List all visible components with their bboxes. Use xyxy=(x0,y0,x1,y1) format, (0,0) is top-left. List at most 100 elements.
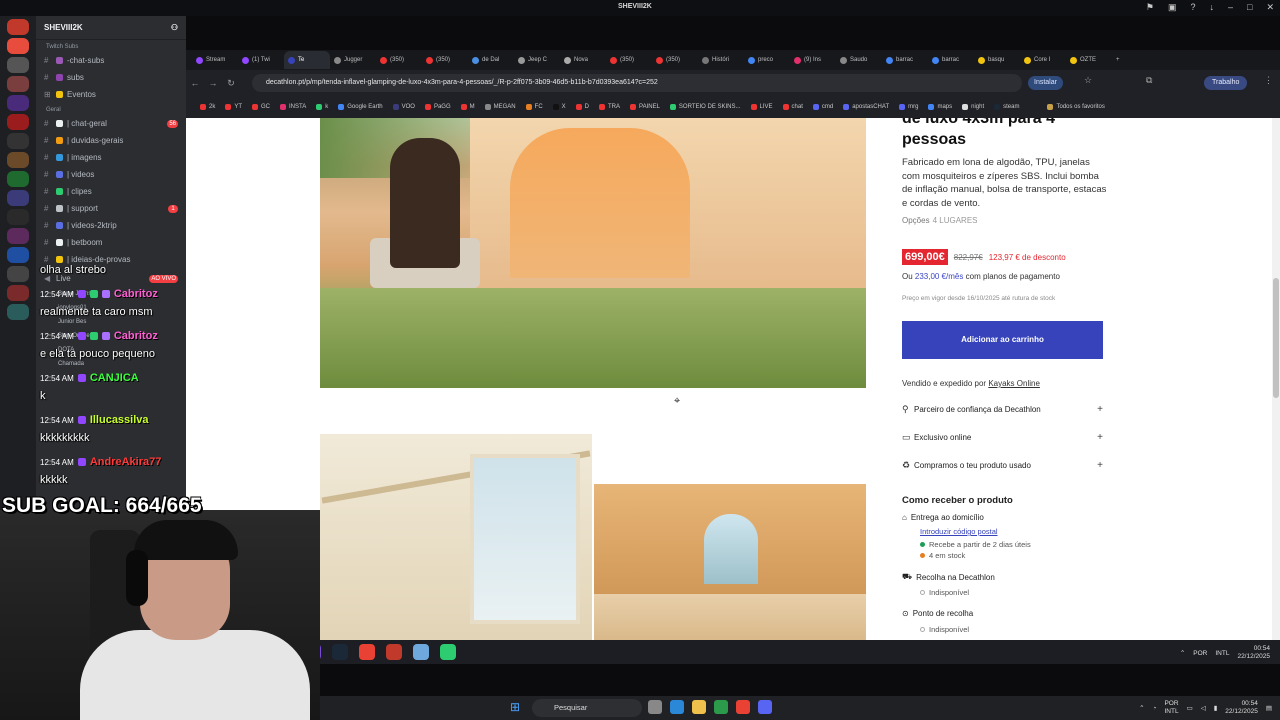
server-icon[interactable] xyxy=(7,247,29,263)
channel-videos-2ktrip[interactable]: # | videos-2ktrip xyxy=(36,217,186,234)
product-image-interior-beds[interactable] xyxy=(594,484,866,640)
server-icon[interactable] xyxy=(7,304,29,320)
minimize-icon[interactable]: – xyxy=(1228,2,1233,13)
server-header[interactable]: SHEVIII2K ⚇ xyxy=(36,16,186,40)
tab[interactable]: de Dal xyxy=(468,51,514,69)
seller-link[interactable]: Kayaks Online xyxy=(988,379,1040,388)
bookmark[interactable]: LIVE xyxy=(750,104,773,110)
channel-ideias-de-provas[interactable]: # | ideias-de-provas xyxy=(36,251,186,268)
chrome-icon[interactable] xyxy=(736,700,750,714)
bookmark[interactable]: cmd xyxy=(812,104,833,110)
app-icon[interactable] xyxy=(413,644,429,660)
bookmark[interactable]: D xyxy=(575,104,589,110)
tab[interactable]: (1) Twi xyxy=(238,51,284,69)
tab[interactable]: preco xyxy=(744,51,790,69)
bookmark[interactable]: PAINEL xyxy=(630,104,660,110)
channel-clipes[interactable]: # | clipes xyxy=(36,183,186,200)
channel-chat-geral[interactable]: # | chat-geral 56 xyxy=(36,115,186,132)
category-geral[interactable]: Geral xyxy=(36,103,186,115)
tab[interactable]: (350) xyxy=(606,51,652,69)
layout-indicator[interactable]: INTL xyxy=(1215,650,1229,657)
bookmark[interactable]: apostasCHAT xyxy=(843,104,889,110)
channel-subs[interactable]: # subs xyxy=(36,69,186,86)
bookmark[interactable]: Google Earth xyxy=(338,104,383,110)
voice-user[interactable]: jonvlogs01 xyxy=(36,301,186,315)
accordion-buy-used[interactable]: ♻ Compramos o teu produto usado + xyxy=(902,458,1103,472)
server-icon[interactable] xyxy=(7,57,29,73)
tab[interactable]: Saudo xyxy=(836,51,882,69)
bookmark[interactable]: maps xyxy=(928,104,952,110)
installments-amount[interactable]: 233,00 €/mês xyxy=(915,272,963,281)
tab[interactable]: Jugger xyxy=(330,51,376,69)
help-icon[interactable]: ? xyxy=(1190,2,1195,13)
tab[interactable]: (350) xyxy=(376,51,422,69)
channel-duvidas-gerais[interactable]: # | duvidas-gerais xyxy=(36,132,186,149)
discord-icon[interactable] xyxy=(758,700,772,714)
bookmark[interactable]: PaGG xyxy=(424,104,451,110)
voice-user[interactable]: StereOnline xyxy=(36,329,186,343)
bookmark[interactable]: GC xyxy=(252,104,270,110)
language-indicator[interactable]: POR INTL xyxy=(1164,700,1178,716)
channel-support[interactable]: # | support 1 xyxy=(36,200,186,217)
server-icon[interactable] xyxy=(7,285,29,301)
product-image-main[interactable] xyxy=(320,118,866,388)
server-icon[interactable] xyxy=(7,76,29,92)
server-icon[interactable] xyxy=(7,190,29,206)
tab[interactable]: basqu xyxy=(974,51,1020,69)
notification-icon[interactable]: ▤ xyxy=(1266,704,1272,712)
pin-icon[interactable]: ⚑ xyxy=(1146,2,1154,13)
category-twitch-subs[interactable]: Twitch Subs xyxy=(36,40,186,52)
tab-active[interactable]: Te xyxy=(284,51,330,69)
all-bookmarks[interactable]: Todos os favoritos xyxy=(1047,104,1105,110)
server-icon[interactable] xyxy=(7,152,29,168)
voice-user[interactable]: Junior Bes xyxy=(36,315,186,329)
server-icon[interactable] xyxy=(7,38,29,54)
tab[interactable]: barrac xyxy=(882,51,928,69)
chevron-up-icon[interactable]: ⌃ xyxy=(1139,704,1144,712)
steam-icon[interactable] xyxy=(332,644,348,660)
server-icon[interactable] xyxy=(7,171,29,187)
url-field[interactable]: decathlon.pt/p/mp/tenda-inflavel-glampin… xyxy=(252,74,1022,92)
captured-clock[interactable]: 00:54 22/12/2025 xyxy=(1237,645,1270,661)
channel-chat-subs[interactable]: # -chat-subs xyxy=(36,52,186,69)
bookmark[interactable]: chat xyxy=(782,104,803,110)
volume-icon[interactable]: ◁ xyxy=(1201,704,1206,712)
taskbar-search[interactable]: Pesquisar xyxy=(532,699,642,717)
chevron-up-icon[interactable]: ⌃ xyxy=(1180,649,1185,657)
bookmark[interactable]: VOO xyxy=(392,104,415,110)
tab[interactable]: Core I xyxy=(1020,51,1066,69)
server-icon[interactable] xyxy=(7,133,29,149)
bookmark[interactable]: 2k xyxy=(200,104,215,110)
tab[interactable]: OZTE xyxy=(1066,51,1112,69)
battery-icon[interactable]: ▮ xyxy=(1214,704,1218,712)
server-icon[interactable] xyxy=(7,19,29,35)
maximize-icon[interactable]: □ xyxy=(1247,2,1252,13)
tab[interactable]: Stream xyxy=(192,51,238,69)
task-view-icon[interactable] xyxy=(648,700,662,714)
bookmark[interactable]: k xyxy=(316,104,328,110)
voice-user[interactable]: Bruce Johnson xyxy=(36,287,186,301)
tab[interactable]: (350) xyxy=(422,51,468,69)
lang-indicator[interactable]: POR xyxy=(1193,650,1207,657)
page-scrollbar[interactable] xyxy=(1272,118,1280,640)
add-member-icon[interactable]: ⚇ xyxy=(171,23,178,32)
close-icon[interactable]: ✕ xyxy=(1266,2,1274,13)
back-icon[interactable]: ← xyxy=(186,78,204,88)
product-image-interior-window[interactable] xyxy=(320,434,592,640)
server-icon[interactable] xyxy=(7,209,29,225)
menu-icon[interactable]: ⋮ xyxy=(1264,75,1273,86)
file-explorer-icon[interactable] xyxy=(692,700,706,714)
channel-eventos[interactable]: ⊞ Eventos xyxy=(36,86,186,103)
channel-betboom[interactable]: # | betboom xyxy=(36,234,186,251)
scrollbar-thumb[interactable] xyxy=(1273,278,1279,398)
voice-user[interactable]: DOTA xyxy=(36,343,186,357)
copilot-icon[interactable] xyxy=(670,700,684,714)
extensions-icon[interactable]: ⧉ xyxy=(1146,75,1152,86)
server-icon[interactable] xyxy=(7,228,29,244)
voice-channel-live[interactable]: ◀ Live AO VIVO xyxy=(36,270,186,287)
channel-videos[interactable]: # | videos xyxy=(36,166,186,183)
add-to-cart-button[interactable]: Adicionar ao carrinho xyxy=(902,321,1103,359)
bookmark[interactable]: SORTEIO DE SKINS... xyxy=(669,104,741,110)
network-icon[interactable]: ▭ xyxy=(1187,704,1193,712)
accordion-trusted-partner[interactable]: ⚲ Parceiro de confiança da Decathlon + xyxy=(902,402,1103,416)
